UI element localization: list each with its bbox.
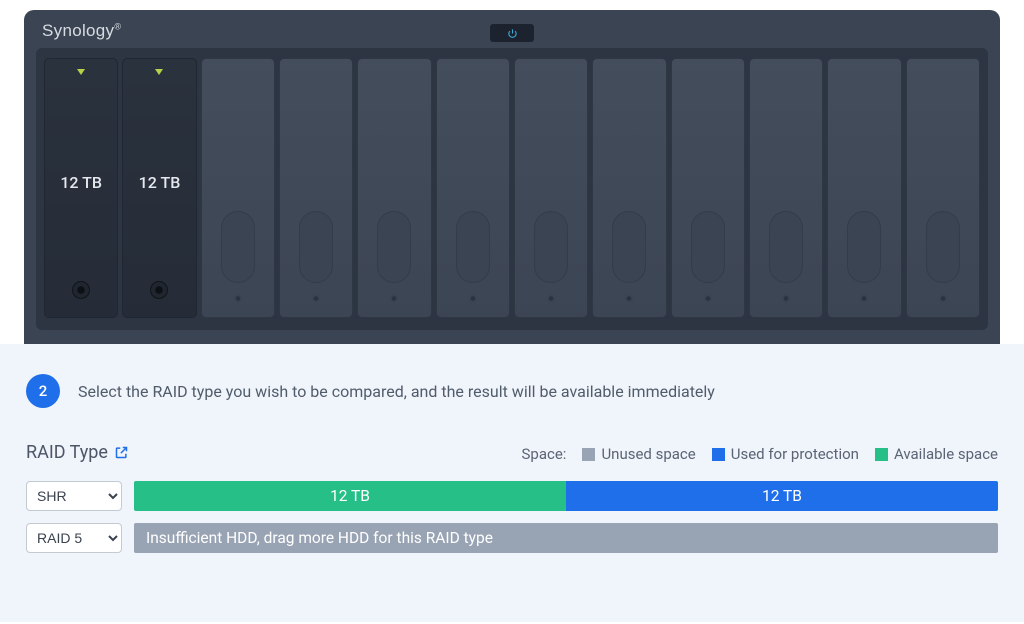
- drive-led-icon: [155, 69, 163, 75]
- space-segment-message: Insufficient HDD, drag more HDD for this…: [134, 523, 998, 553]
- legend-title: Space:: [522, 445, 567, 463]
- raid-type-help-link[interactable]: [114, 445, 129, 460]
- nas-chassis: Synology® 12 TB 12 TB: [24, 10, 1000, 344]
- drive-bay-empty[interactable]: [827, 58, 901, 318]
- bay-handle-icon: [377, 211, 411, 283]
- bay-handle-icon: [769, 211, 803, 283]
- space-legend: Space: Unused space Used for protection …: [522, 445, 999, 463]
- drive-capacity: 12 TB: [45, 173, 117, 192]
- drive-bay-empty[interactable]: [592, 58, 666, 318]
- drive-led-icon: [77, 69, 85, 75]
- bay-screw-icon: [233, 294, 242, 303]
- bay-screw-icon: [703, 294, 712, 303]
- legend-protection: Used for protection: [712, 445, 859, 463]
- external-link-icon: [114, 445, 129, 460]
- bay-handle-icon: [847, 211, 881, 283]
- bay-handle-icon: [221, 211, 255, 283]
- drive-bay-populated[interactable]: 12 TB: [44, 58, 118, 318]
- bay-handle-icon: [534, 211, 568, 283]
- nas-visualization: Synology® 12 TB 12 TB: [0, 0, 1024, 344]
- bay-screw-icon: [938, 294, 947, 303]
- raid-type-select[interactable]: SHRSHR-2RAID 0RAID 1RAID 5RAID 6RAID 10J…: [26, 523, 122, 553]
- space-bar: 12 TB12 TB: [134, 481, 998, 511]
- drive-bay-empty[interactable]: [201, 58, 275, 318]
- drive-bay-empty[interactable]: [436, 58, 510, 318]
- legend-available: Available space: [875, 445, 998, 463]
- step-text: Select the RAID type you wish to be comp…: [78, 382, 715, 401]
- drive-bay-empty[interactable]: [357, 58, 431, 318]
- drive-bay-empty[interactable]: [514, 58, 588, 318]
- raid-config-panel: 2 Select the RAID type you wish to be co…: [0, 344, 1024, 622]
- raid-type-heading: RAID Type: [26, 442, 129, 463]
- raid-rows: SHRSHR-2RAID 0RAID 1RAID 5RAID 6RAID 10J…: [26, 481, 998, 553]
- drive-bay-empty[interactable]: [671, 58, 745, 318]
- drive-bay-empty[interactable]: [906, 58, 980, 318]
- bay-handle-icon: [926, 211, 960, 283]
- space-segment-protection: 12 TB: [566, 481, 998, 511]
- drive-jack-icon: [150, 281, 168, 299]
- bay-screw-icon: [468, 294, 477, 303]
- bay-screw-icon: [860, 294, 869, 303]
- bay-handle-icon: [456, 211, 490, 283]
- raid-type-select[interactable]: SHRSHR-2RAID 0RAID 1RAID 5RAID 6RAID 10J…: [26, 481, 122, 511]
- drive-jack-icon: [72, 281, 90, 299]
- bay-screw-icon: [390, 294, 399, 303]
- bay-screw-icon: [625, 294, 634, 303]
- legend-unused: Unused space: [582, 445, 695, 463]
- bay-screw-icon: [782, 294, 791, 303]
- space-segment-available: 12 TB: [134, 481, 566, 511]
- drive-capacity: 12 TB: [123, 173, 195, 192]
- drive-bay-row: 12 TB 12 TB: [36, 48, 988, 330]
- bay-screw-icon: [547, 294, 556, 303]
- step-instruction: 2 Select the RAID type you wish to be co…: [26, 374, 998, 408]
- drive-bay-populated[interactable]: 12 TB: [122, 58, 196, 318]
- bay-screw-icon: [312, 294, 321, 303]
- raid-row: SHRSHR-2RAID 0RAID 1RAID 5RAID 6RAID 10J…: [26, 481, 998, 511]
- step-number-badge: 2: [26, 374, 60, 408]
- bay-handle-icon: [612, 211, 646, 283]
- bay-handle-icon: [299, 211, 333, 283]
- bay-handle-icon: [691, 211, 725, 283]
- brand-label: Synology®: [42, 21, 121, 41]
- raid-row: SHRSHR-2RAID 0RAID 1RAID 5RAID 6RAID 10J…: [26, 523, 998, 553]
- drive-bay-empty[interactable]: [749, 58, 823, 318]
- space-bar: Insufficient HDD, drag more HDD for this…: [134, 523, 998, 553]
- legend-protection-swatch: [712, 448, 725, 461]
- drive-bay-empty[interactable]: [279, 58, 353, 318]
- legend-available-swatch: [875, 448, 888, 461]
- power-button[interactable]: [490, 24, 534, 42]
- legend-unused-swatch: [582, 448, 595, 461]
